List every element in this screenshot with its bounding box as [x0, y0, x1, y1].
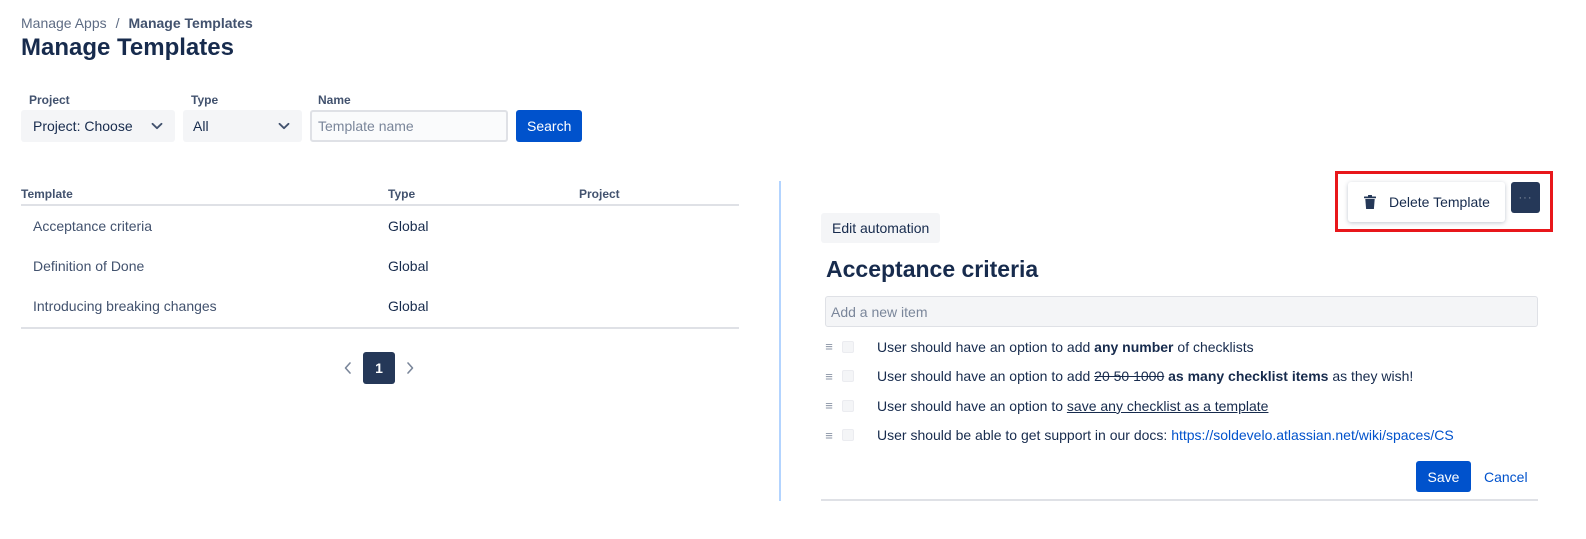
column-header-template: Template — [21, 187, 73, 201]
template-name[interactable]: Acceptance criteria — [21, 218, 388, 234]
panel-divider — [779, 181, 781, 501]
template-type: Global — [388, 258, 429, 274]
type-filter: Type All — [183, 94, 302, 142]
table-body: Acceptance criteria Global Definition of… — [21, 206, 739, 329]
table-row[interactable]: Introducing breaking changes Global — [21, 286, 739, 326]
drag-handle-icon[interactable]: ≡ — [822, 369, 836, 384]
chevron-left-icon[interactable] — [338, 352, 358, 384]
template-detail-title: Acceptance criteria — [826, 256, 1039, 282]
project-filter: Project Project: Choose — [21, 94, 175, 142]
checklist-item: ≡ User should have an option to add 20 5… — [822, 362, 1538, 392]
item-checkbox[interactable] — [842, 399, 854, 412]
item-checkbox[interactable] — [842, 370, 854, 383]
more-actions-button[interactable]: ··· — [1511, 182, 1540, 213]
type-select-value: All — [193, 118, 209, 134]
item-text[interactable]: User should have an option to add any nu… — [877, 339, 1254, 355]
trash-icon — [1362, 194, 1378, 210]
table-row[interactable]: Definition of Done Global — [21, 246, 739, 286]
detail-bottom-divider — [821, 499, 1538, 501]
name-filter: Name — [310, 94, 508, 142]
item-text[interactable]: User should have an option to add 20 50 … — [877, 368, 1413, 384]
item-text[interactable]: User should have an option to save any c… — [877, 398, 1268, 414]
template-name[interactable]: Introducing breaking changes — [21, 298, 388, 314]
page-number-current[interactable]: 1 — [363, 352, 395, 384]
add-item-input[interactable] — [825, 296, 1538, 327]
template-name[interactable]: Definition of Done — [21, 258, 388, 274]
highlight-box: Delete Template ··· — [1335, 171, 1553, 232]
page-title: Manage Templates — [21, 34, 234, 61]
template-type: Global — [388, 218, 429, 234]
search-button[interactable]: Search — [516, 110, 583, 142]
table-header: Template Type Project — [21, 184, 739, 206]
item-checkbox[interactable] — [842, 429, 854, 442]
checklist-item: ≡ User should have an option to add any … — [822, 332, 1538, 362]
breadcrumb-current: Manage Templates — [128, 15, 253, 31]
breadcrumb-manage-apps[interactable]: Manage Apps — [21, 15, 107, 31]
project-select[interactable]: Project: Choose — [21, 110, 175, 142]
drag-handle-icon[interactable]: ≡ — [822, 398, 836, 413]
template-type: Global — [388, 298, 429, 314]
item-text[interactable]: User should be able to get support in ou… — [877, 427, 1454, 443]
checklist-items: ≡ User should have an option to add any … — [822, 332, 1538, 450]
project-select-value: Project: Choose — [33, 118, 133, 134]
column-header-project: Project — [579, 187, 620, 201]
column-header-type: Type — [388, 187, 416, 201]
chevron-down-icon — [276, 118, 292, 134]
delete-template-button[interactable]: Delete Template — [1348, 182, 1505, 222]
save-button[interactable]: Save — [1416, 461, 1471, 492]
table-row[interactable]: Acceptance criteria Global — [21, 206, 739, 246]
template-name-input[interactable] — [310, 110, 508, 142]
filters-bar: Project Project: Choose Type All Name Se… — [21, 94, 583, 142]
project-filter-label: Project — [29, 93, 70, 107]
checklist-item: ≡ User should have an option to save any… — [822, 391, 1538, 421]
drag-handle-icon[interactable]: ≡ — [822, 428, 836, 443]
docs-link[interactable]: https://soldevelo.atlassian.net/wiki/spa… — [1171, 427, 1453, 443]
templates-table: Template Type Project Acceptance criteri… — [21, 184, 739, 329]
breadcrumb-separator: / — [115, 15, 120, 31]
drag-handle-icon[interactable]: ≡ — [822, 339, 836, 354]
name-filter-label: Name — [318, 93, 351, 107]
type-select[interactable]: All — [183, 110, 302, 142]
checklist-item: ≡ User should be able to get support in … — [822, 421, 1538, 451]
edit-automation-button[interactable]: Edit automation — [821, 213, 941, 243]
delete-template-label: Delete Template — [1389, 194, 1490, 210]
breadcrumb: Manage Apps / Manage Templates — [21, 15, 253, 31]
chevron-right-icon[interactable] — [400, 352, 420, 384]
cancel-button[interactable]: Cancel — [1476, 461, 1536, 492]
chevron-down-icon — [149, 118, 165, 134]
item-checkbox[interactable] — [842, 340, 854, 353]
type-filter-label: Type — [191, 93, 219, 107]
pagination: 1 — [338, 352, 420, 384]
